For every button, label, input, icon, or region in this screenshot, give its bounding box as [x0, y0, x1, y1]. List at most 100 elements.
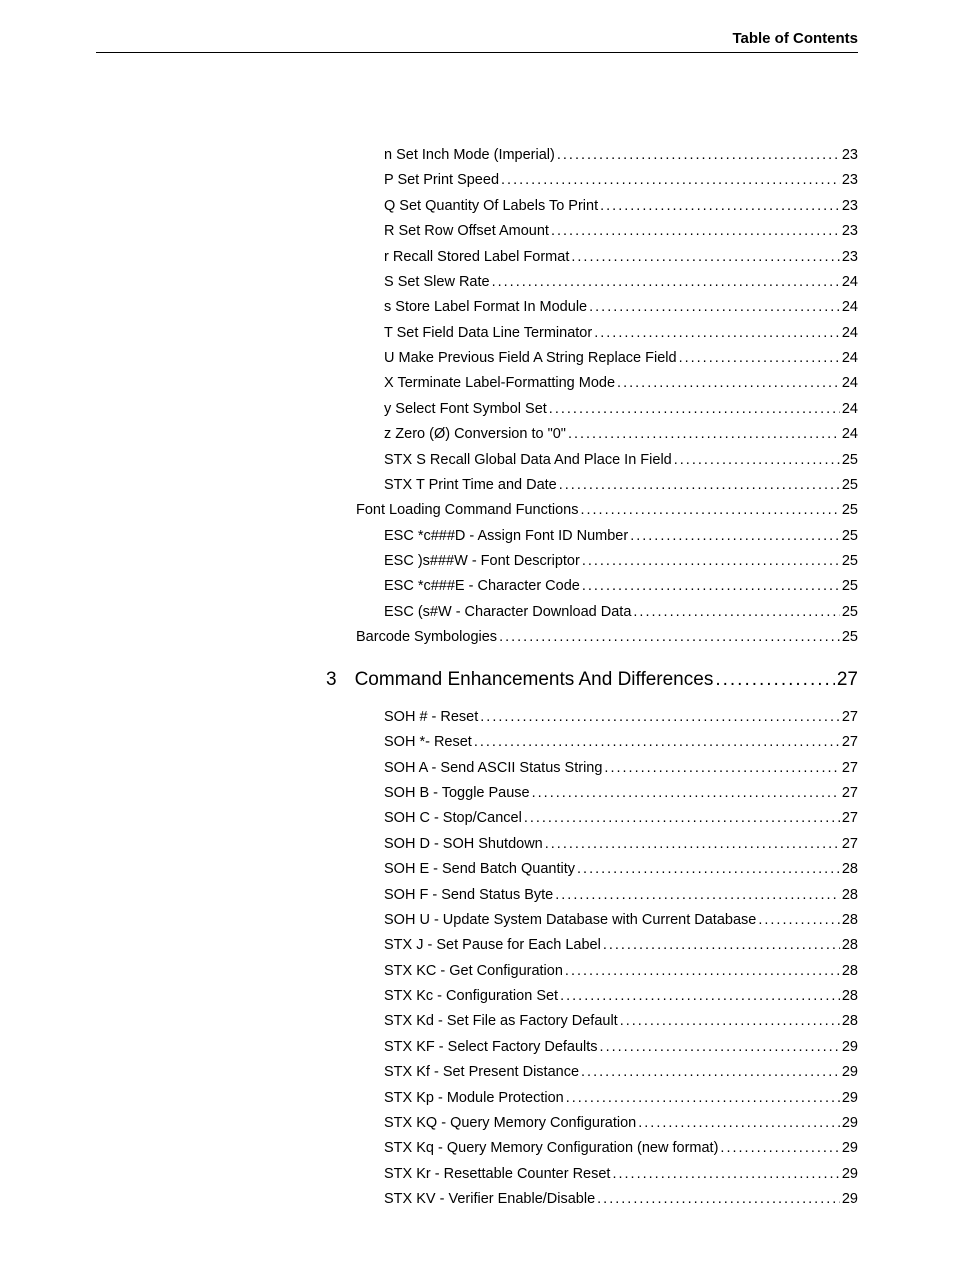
toc-entry: ESC *c###D - Assign Font ID Number25: [356, 524, 858, 549]
toc-entry-page: 24: [842, 371, 858, 396]
toc-entry-label: R Set Row Offset Amount: [384, 219, 549, 244]
toc-entry: Barcode Symbologies25: [356, 625, 858, 650]
toc-entry: STX KC - Get Configuration28: [356, 959, 858, 984]
toc-entry: STX KV - Verifier Enable/Disable29: [356, 1187, 858, 1212]
toc-entry-page: 25: [842, 498, 858, 523]
toc-block-b: SOH # - Reset27SOH *- Reset27SOH A - Sen…: [356, 705, 858, 1213]
toc-entry-page: 28: [842, 857, 858, 882]
toc-entry-page: 29: [842, 1060, 858, 1085]
toc-entry-label: X Terminate Label-Formatting Mode: [384, 371, 615, 396]
toc-entry-page: 25: [842, 574, 858, 599]
toc-entry: STX Kp - Module Protection 29: [356, 1086, 858, 1111]
leader-dots: [557, 143, 840, 168]
toc-entry-page: 28: [842, 1009, 858, 1034]
toc-entry: y Select Font Symbol Set24: [356, 397, 858, 422]
toc-entry-page: 29: [842, 1162, 858, 1187]
toc-entry: SOH F - Send Status Byte28: [356, 883, 858, 908]
toc-entry-label: Q Set Quantity Of Labels To Print: [384, 194, 598, 219]
toc-entry: STX Kd - Set File as Factory Default28: [356, 1009, 858, 1034]
toc-entry-label: SOH D - SOH Shutdown: [384, 832, 543, 857]
toc-entry: SOH *- Reset27: [356, 730, 858, 755]
toc-entry-page: 25: [842, 549, 858, 574]
page-header: Table of Contents: [96, 30, 858, 53]
toc-content: n Set Inch Mode (Imperial)23P Set Print …: [356, 143, 858, 1212]
toc-entry-page: 28: [842, 959, 858, 984]
leader-dots: [532, 781, 840, 806]
toc-entry-page: 25: [842, 600, 858, 625]
toc-entry-page: 28: [842, 984, 858, 1009]
toc-entry-label: T Set Field Data Line Terminator: [384, 321, 592, 346]
toc-entry-label: n Set Inch Mode (Imperial): [384, 143, 555, 168]
leader-dots: [565, 959, 840, 984]
toc-entry-label: SOH E - Send Batch Quantity: [384, 857, 575, 882]
leader-dots: [580, 498, 839, 523]
toc-entry-label: y Select Font Symbol Set: [384, 397, 547, 422]
toc-entry-label: Barcode Symbologies: [356, 625, 497, 650]
leader-dots: [568, 422, 840, 447]
toc-entry: T Set Field Data Line Terminator24: [356, 321, 858, 346]
toc-entry-page: 27: [842, 832, 858, 857]
toc-entry: S Set Slew Rate24: [356, 270, 858, 295]
toc-entry-label: STX T Print Time and Date: [384, 473, 557, 498]
toc-entry-page: 24: [842, 422, 858, 447]
leader-dots: [492, 270, 840, 295]
toc-entry: SOH # - Reset 27: [356, 705, 858, 730]
toc-entry-page: 28: [842, 908, 858, 933]
toc-entry-page: 23: [842, 143, 858, 168]
leader-dots: [501, 168, 840, 193]
leader-dots: [549, 397, 840, 422]
leader-dots: [604, 756, 839, 781]
toc-entry: SOH D - SOH Shutdown 27: [356, 832, 858, 857]
toc-entry-page: 23: [842, 219, 858, 244]
toc-entry-label: z Zero (Ø) Conversion to "0": [384, 422, 566, 447]
toc-entry-page: 29: [842, 1136, 858, 1161]
leader-dots: [571, 245, 840, 270]
leader-dots: [597, 1187, 840, 1212]
leader-dots: [600, 194, 840, 219]
leader-dots: [679, 346, 840, 371]
toc-entry-page: 27: [842, 705, 858, 730]
toc-entry: ESC *c###E - Character Code 25: [356, 574, 858, 599]
toc-entry-label: STX KQ - Query Memory Configuration: [384, 1111, 636, 1136]
section-number: 3: [326, 665, 337, 695]
leader-dots: [559, 473, 840, 498]
toc-entry: SOH A - Send ASCII Status String27: [356, 756, 858, 781]
toc-entry: X Terminate Label-Formatting Mode 24: [356, 371, 858, 396]
leader-dots: [620, 1009, 840, 1034]
toc-entry-page: 24: [842, 346, 858, 371]
toc-entry-page: 29: [842, 1187, 858, 1212]
toc-entry-label: SOH # - Reset: [384, 705, 478, 730]
toc-entry: r Recall Stored Label Format23: [356, 245, 858, 270]
toc-entry-page: 29: [842, 1035, 858, 1060]
toc-entry-label: P Set Print Speed: [384, 168, 499, 193]
toc-entry-page: 29: [842, 1111, 858, 1136]
toc-entry-page: 25: [842, 473, 858, 498]
toc-entry-label: STX Kp - Module Protection: [384, 1086, 564, 1111]
toc-entry-label: Font Loading Command Functions: [356, 498, 578, 523]
leader-dots: [715, 665, 835, 695]
leader-dots: [617, 371, 840, 396]
toc-entry: STX KF - Select Factory Defaults29: [356, 1035, 858, 1060]
toc-entry: STX T Print Time and Date 25: [356, 473, 858, 498]
toc-entry-page: 29: [842, 1086, 858, 1111]
toc-entry-label: ESC )s###W - Font Descriptor: [384, 549, 580, 574]
toc-entry: SOH C - Stop/Cancel27: [356, 806, 858, 831]
toc-entry-label: S Set Slew Rate: [384, 270, 490, 295]
toc-entry: s Store Label Format In Module24: [356, 295, 858, 320]
toc-entry-page: 23: [842, 168, 858, 193]
leader-dots: [582, 574, 840, 599]
leader-dots: [720, 1136, 839, 1161]
toc-entry-label: SOH A - Send ASCII Status String: [384, 756, 602, 781]
leader-dots: [630, 524, 840, 549]
toc-entry: z Zero (Ø) Conversion to "0" 24: [356, 422, 858, 447]
leader-dots: [545, 832, 840, 857]
toc-entry: STX KQ - Query Memory Configuration 29: [356, 1111, 858, 1136]
leader-dots: [551, 219, 840, 244]
toc-entry-page: 23: [842, 245, 858, 270]
toc-entry-page: 25: [842, 524, 858, 549]
toc-entry-label: ESC *c###E - Character Code: [384, 574, 580, 599]
leader-dots: [555, 883, 840, 908]
toc-entry: P Set Print Speed 23: [356, 168, 858, 193]
leader-dots: [603, 933, 840, 958]
section-heading: 3 Command Enhancements And Differences 2…: [326, 665, 858, 695]
